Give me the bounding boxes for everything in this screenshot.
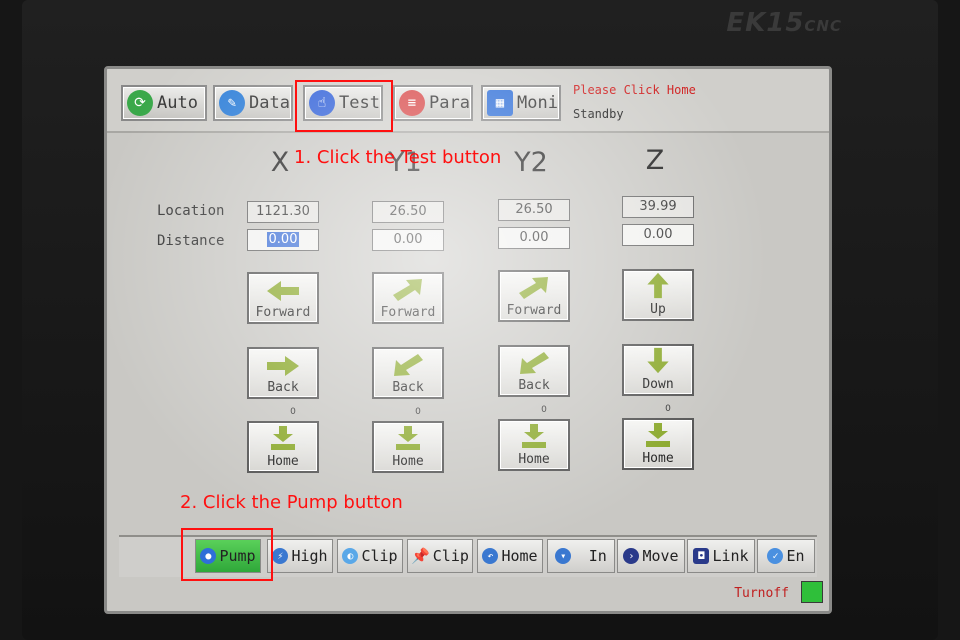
tab-data[interactable]: ✎ Data — [213, 85, 293, 121]
axis-y1-home-button[interactable]: Home — [372, 421, 444, 473]
arrow-down-left-icon — [394, 354, 423, 376]
tab-auto[interactable]: ⟳ Auto — [121, 85, 207, 121]
pump-highlight-box — [181, 528, 273, 581]
arrow-left-icon — [267, 281, 299, 301]
axis-z-up-button[interactable]: Up — [622, 269, 694, 321]
turnoff-indicator[interactable] — [801, 581, 823, 603]
status-message: Please Click Home — [573, 83, 696, 97]
monitor-chart-icon: ▦ — [487, 90, 513, 116]
axis-z-count: 0 — [665, 404, 671, 414]
return-icon: ↶ — [482, 548, 499, 564]
tab-moni[interactable]: ▦ Moni — [481, 85, 561, 121]
axis-y1-forward-button[interactable]: Forward — [372, 272, 444, 324]
arrow-up-right-icon — [519, 277, 548, 299]
annotation-step1: 1. Click the Test button — [294, 147, 502, 168]
axis-y2-back-button[interactable]: Back — [498, 345, 570, 397]
axis-y2-count: 0 — [541, 405, 547, 415]
enable-button[interactable]: ✓ En — [757, 539, 815, 573]
axis-y2-location: 26.50 — [498, 199, 570, 221]
axis-y2-home-button[interactable]: Home — [498, 419, 570, 471]
axis-x-back-button[interactable]: Back — [247, 347, 319, 399]
clip-open-button[interactable]: ◐ Clip — [337, 539, 403, 573]
arrow-down-icon — [647, 347, 669, 374]
pencil-icon: ✎ — [219, 90, 245, 116]
sliders-icon: ≡ — [399, 90, 425, 116]
axis-y2-forward-button[interactable]: Forward — [498, 270, 570, 322]
axis-z-home-button[interactable]: Home — [622, 418, 694, 470]
arrow-down-left-icon — [520, 352, 549, 374]
arrow-right-icon — [267, 356, 299, 376]
link-icon: ◘ — [693, 548, 710, 564]
axis-y1-location: 26.50 — [372, 201, 444, 223]
status-state: Standby — [573, 107, 624, 121]
arrow-right-icon: › — [623, 548, 640, 564]
clip-close-button[interactable]: 📌 Clip — [407, 539, 473, 573]
axis-z-down-button[interactable]: Down — [622, 344, 694, 396]
home-arrow-icon — [271, 426, 295, 450]
clip-open-icon: ◐ — [342, 548, 359, 564]
check-icon: ✓ — [767, 548, 784, 564]
axis-y1-count: 0 — [415, 407, 421, 417]
link-button[interactable]: ◘ Link — [687, 539, 755, 573]
axis-y1-distance-input[interactable]: 0.00 — [372, 229, 444, 251]
move-button[interactable]: › Move — [617, 539, 685, 573]
lightning-icon: ⚡ — [272, 548, 289, 564]
distance-label: Distance — [157, 233, 225, 249]
axis-y2-distance-input[interactable]: 0.00 — [498, 227, 570, 249]
axis-x-distance-input[interactable]: 0.00 — [247, 229, 319, 251]
tab-para[interactable]: ≡ Para — [393, 85, 473, 121]
pin-icon: 📌 — [411, 547, 430, 565]
axis-z-header: Z — [645, 145, 665, 176]
axis-y1-back-button[interactable]: Back — [372, 347, 444, 399]
in-button[interactable]: ▾ In — [547, 539, 615, 573]
annotation-step2: 2. Click the Pump button — [180, 492, 403, 513]
axis-x-count: 0 — [290, 407, 296, 417]
home-arrow-icon — [396, 426, 420, 450]
home-arrow-icon — [522, 424, 546, 448]
top-nav-bar: ⟳ Auto ✎ Data ☝ Test ≡ Para ▦ Moni Pleas… — [107, 69, 829, 133]
brand-logo: EK15CNC — [726, 8, 842, 38]
arrow-up-right-icon — [393, 279, 422, 301]
test-highlight-box — [295, 80, 393, 132]
arrow-up-icon — [647, 272, 669, 299]
axis-y2-header: Y2 — [514, 147, 548, 178]
high-button[interactable]: ⚡ High — [267, 539, 333, 573]
shield-icon: ▾ — [555, 548, 572, 564]
cycle-icon: ⟳ — [127, 90, 153, 116]
axis-x-location: 1121.30 — [247, 201, 319, 223]
axis-x-forward-button[interactable]: Forward — [247, 272, 319, 324]
location-label: Location — [157, 203, 225, 219]
axis-z-distance-input[interactable]: 0.00 — [622, 224, 694, 246]
home-arrow-icon — [646, 423, 670, 447]
axis-x-home-button[interactable]: Home — [247, 421, 319, 473]
home-all-button[interactable]: ↶ Home — [477, 539, 543, 573]
turnoff-label: Turnoff — [734, 586, 789, 601]
axis-z-location: 39.99 — [622, 196, 694, 218]
